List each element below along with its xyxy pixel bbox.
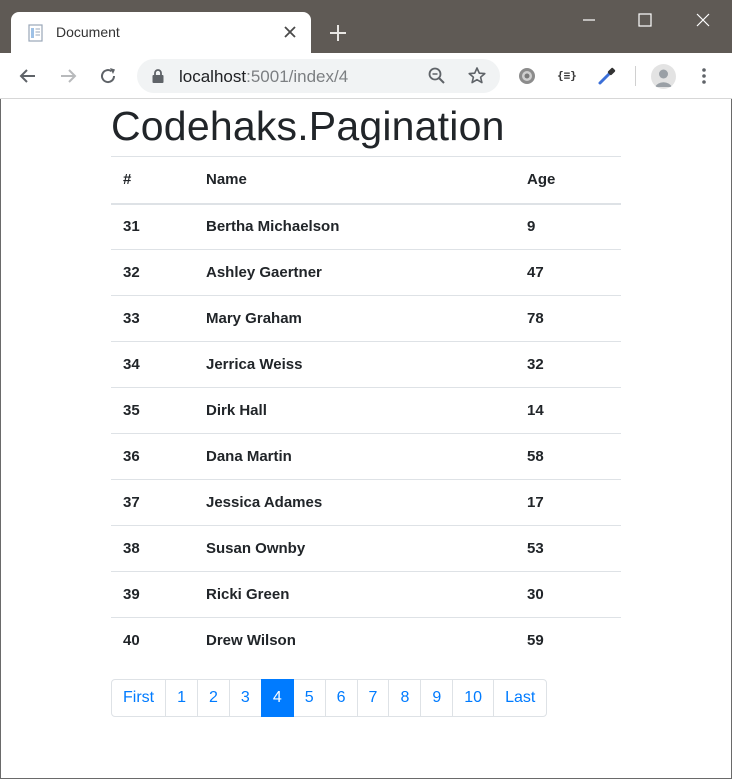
cell-age: 59: [515, 617, 621, 664]
tab-title: Document: [56, 24, 120, 40]
menu-kebab-icon[interactable]: [692, 64, 716, 88]
pagination-page-link[interactable]: 3: [228, 679, 262, 717]
zoom-icon[interactable]: [427, 66, 447, 86]
header-age: Age: [515, 156, 621, 205]
cell-id: 34: [111, 341, 194, 388]
cell-id: 32: [111, 249, 194, 296]
pagination-last-link[interactable]: Last: [493, 679, 548, 717]
new-tab-icon[interactable]: [327, 22, 349, 44]
profile-avatar-icon[interactable]: [651, 64, 676, 89]
pagination-page-link[interactable]: 6: [324, 679, 358, 717]
table-row: 33 Mary Graham 78: [111, 295, 621, 342]
cell-name: Ricki Green: [194, 571, 515, 618]
cell-id: 37: [111, 479, 194, 526]
cell-name: Dana Martin: [194, 433, 515, 480]
cell-name: Mary Graham: [194, 295, 515, 342]
bookmark-star-icon[interactable]: [467, 66, 487, 86]
cell-id: 33: [111, 295, 194, 342]
table-row: 32 Ashley Gaertner 47: [111, 249, 621, 296]
page-title: Codehaks.Pagination: [111, 103, 505, 149]
pagination: First 1 2 3 4 5 6 7 8 9 10 Last: [111, 679, 548, 717]
address-bar[interactable]: localhost:5001/index/4: [137, 59, 500, 93]
table-row: 39 Ricki Green 30: [111, 571, 621, 618]
pagination-page-link[interactable]: 9: [420, 679, 454, 717]
cell-id: 31: [111, 203, 194, 250]
window-border-left: [0, 99, 1, 779]
cell-age: 58: [515, 433, 621, 480]
window-titlebar: Document: [0, 0, 732, 53]
json-viewer-extension-icon[interactable]: {≡}: [557, 69, 577, 82]
url-text[interactable]: localhost:5001/index/4: [179, 67, 348, 87]
url-path: :5001/index/4: [246, 67, 349, 86]
pagination-page-link[interactable]: 1: [165, 679, 199, 717]
back-arrow-icon[interactable]: [16, 64, 40, 88]
cell-age: 9: [515, 203, 621, 250]
table-row: 34 Jerrica Weiss 32: [111, 341, 621, 388]
toolbar-divider: [635, 66, 636, 86]
cell-id: 40: [111, 617, 194, 664]
table-row: 37 Jessica Adames 17: [111, 479, 621, 526]
table-row: 36 Dana Martin 58: [111, 433, 621, 480]
cell-id: 39: [111, 571, 194, 618]
header-number: #: [111, 156, 194, 205]
table-header-row: # Name Age: [111, 156, 621, 205]
pagination-page-link[interactable]: 5: [292, 679, 326, 717]
cell-age: 14: [515, 387, 621, 434]
pagination-page-link[interactable]: 2: [197, 679, 230, 717]
lock-icon[interactable]: [151, 68, 165, 84]
pagination-page-link[interactable]: 8: [388, 679, 422, 717]
document-icon: [27, 24, 45, 42]
people-table: # Name Age 31 Bertha Michaelson 9 32 Ashley…: [111, 156, 621, 664]
cell-id: 35: [111, 387, 194, 434]
maximize-icon[interactable]: [616, 0, 674, 40]
cell-name: Susan Ownby: [194, 525, 515, 572]
cell-name: Jessica Adames: [194, 479, 515, 526]
table-row: 35 Dirk Hall 14: [111, 387, 621, 434]
cell-name: Bertha Michaelson: [194, 203, 515, 250]
url-host: localhost: [179, 67, 247, 86]
cell-age: 47: [515, 249, 621, 296]
cell-age: 32: [515, 341, 621, 388]
browser-tab[interactable]: Document: [11, 12, 311, 53]
cell-name: Dirk Hall: [194, 387, 515, 434]
cell-name: Jerrica Weiss: [194, 341, 515, 388]
cell-name: Drew Wilson: [194, 617, 515, 664]
cell-age: 78: [515, 295, 621, 342]
forward-arrow-icon[interactable]: [56, 64, 80, 88]
table-row: 38 Susan Ownby 53: [111, 525, 621, 572]
cell-name: Ashley Gaertner: [194, 249, 515, 296]
cell-age: 53: [515, 525, 621, 572]
reload-icon[interactable]: [96, 64, 120, 88]
extension-gear-icon[interactable]: [515, 64, 539, 88]
browser-toolbar: localhost:5001/index/4 {≡}: [0, 53, 732, 99]
color-picker-icon[interactable]: [595, 64, 619, 88]
cell-id: 38: [111, 525, 194, 572]
pagination-page-link[interactable]: 7: [356, 679, 390, 717]
close-tab-icon[interactable]: [280, 22, 300, 42]
window-close-icon[interactable]: [674, 0, 732, 40]
cell-age: 30: [515, 571, 621, 618]
table-row: 31 Bertha Michaelson 9: [111, 203, 621, 250]
cell-id: 36: [111, 433, 194, 480]
cell-age: 17: [515, 479, 621, 526]
pagination-page-link[interactable]: 10: [452, 679, 495, 717]
header-name: Name: [194, 156, 515, 205]
minimize-icon[interactable]: [560, 0, 618, 40]
table-row: 40 Drew Wilson 59: [111, 617, 621, 664]
pagination-active-page[interactable]: 4: [260, 679, 294, 717]
pagination-first-link[interactable]: First: [111, 679, 167, 717]
